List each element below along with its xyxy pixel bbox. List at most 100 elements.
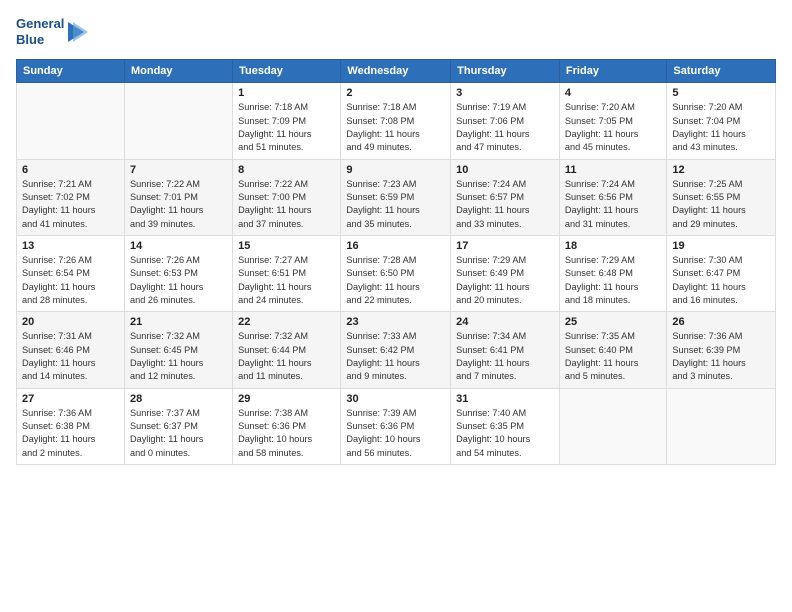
day-detail: Sunrise: 7:25 AMSunset: 6:55 PMDaylight:… bbox=[672, 178, 770, 231]
weekday-header-tuesday: Tuesday bbox=[233, 60, 341, 83]
day-detail: Sunrise: 7:29 AMSunset: 6:49 PMDaylight:… bbox=[456, 254, 554, 307]
day-number: 16 bbox=[346, 240, 445, 252]
calendar-cell: 4 Sunrise: 7:20 AMSunset: 7:05 PMDaylight… bbox=[559, 83, 666, 159]
calendar-cell bbox=[667, 388, 776, 464]
calendar-cell: 1 Sunrise: 7:18 AMSunset: 7:09 PMDaylight… bbox=[233, 83, 341, 159]
day-detail: Sunrise: 7:38 AMSunset: 6:36 PMDaylight:… bbox=[238, 407, 335, 460]
day-detail: Sunrise: 7:20 AMSunset: 7:04 PMDaylight:… bbox=[672, 101, 770, 154]
day-number: 6 bbox=[22, 164, 119, 176]
calendar-cell: 9 Sunrise: 7:23 AMSunset: 6:59 PMDaylight… bbox=[341, 159, 451, 235]
logo-chevron-icon bbox=[66, 18, 88, 46]
day-number: 23 bbox=[346, 316, 445, 328]
calendar-cell: 13Sunrise: 7:26 AMSunset: 6:54 PMDayligh… bbox=[17, 235, 125, 311]
day-number: 26 bbox=[672, 316, 770, 328]
day-number: 4 bbox=[565, 87, 661, 99]
day-detail: Sunrise: 7:28 AMSunset: 6:50 PMDaylight:… bbox=[346, 254, 445, 307]
day-detail: Sunrise: 7:24 AMSunset: 6:56 PMDaylight:… bbox=[565, 178, 661, 231]
weekday-header-row: SundayMondayTuesdayWednesdayThursdayFrid… bbox=[17, 60, 776, 83]
day-number: 20 bbox=[22, 316, 119, 328]
day-detail: Sunrise: 7:29 AMSunset: 6:48 PMDaylight:… bbox=[565, 254, 661, 307]
day-detail: Sunrise: 7:32 AMSunset: 6:44 PMDaylight:… bbox=[238, 330, 335, 383]
day-number: 3 bbox=[456, 87, 554, 99]
calendar-cell: 8 Sunrise: 7:22 AMSunset: 7:00 PMDaylight… bbox=[233, 159, 341, 235]
calendar-cell: 23 Sunrise: 7:33 AMSunset: 6:42 PMDayligh… bbox=[341, 312, 451, 388]
calendar-cell: 22 Sunrise: 7:32 AMSunset: 6:44 PMDayligh… bbox=[233, 312, 341, 388]
calendar-cell: 11 Sunrise: 7:24 AMSunset: 6:56 PMDayligh… bbox=[559, 159, 666, 235]
day-detail: Sunrise: 7:26 AMSunset: 6:54 PMDaylight:… bbox=[22, 254, 119, 307]
calendar-week-row: 6 Sunrise: 7:21 AMSunset: 7:02 PMDaylight… bbox=[17, 159, 776, 235]
calendar-week-row: 27 Sunrise: 7:36 AMSunset: 6:38 PMDayligh… bbox=[17, 388, 776, 464]
day-number: 9 bbox=[346, 164, 445, 176]
day-detail: Sunrise: 7:33 AMSunset: 6:42 PMDaylight:… bbox=[346, 330, 445, 383]
weekday-header-friday: Friday bbox=[559, 60, 666, 83]
day-number: 18 bbox=[565, 240, 661, 252]
day-number: 19 bbox=[672, 240, 770, 252]
calendar-cell: 3 Sunrise: 7:19 AMSunset: 7:06 PMDaylight… bbox=[451, 83, 560, 159]
weekday-header-sunday: Sunday bbox=[17, 60, 125, 83]
day-number: 29 bbox=[238, 393, 335, 405]
day-detail: Sunrise: 7:32 AMSunset: 6:45 PMDaylight:… bbox=[130, 330, 227, 383]
calendar-cell: 14Sunrise: 7:26 AMSunset: 6:53 PMDayligh… bbox=[124, 235, 232, 311]
day-detail: Sunrise: 7:23 AMSunset: 6:59 PMDaylight:… bbox=[346, 178, 445, 231]
calendar-cell: 26 Sunrise: 7:36 AMSunset: 6:39 PMDayligh… bbox=[667, 312, 776, 388]
day-number: 25 bbox=[565, 316, 661, 328]
day-detail: Sunrise: 7:22 AMSunset: 7:00 PMDaylight:… bbox=[238, 178, 335, 231]
day-number: 2 bbox=[346, 87, 445, 99]
calendar-cell: 29 Sunrise: 7:38 AMSunset: 6:36 PMDayligh… bbox=[233, 388, 341, 464]
calendar-cell bbox=[559, 388, 666, 464]
calendar-cell: 17 Sunrise: 7:29 AMSunset: 6:49 PMDayligh… bbox=[451, 235, 560, 311]
day-detail: Sunrise: 7:21 AMSunset: 7:02 PMDaylight:… bbox=[22, 178, 119, 231]
calendar-cell: 7 Sunrise: 7:22 AMSunset: 7:01 PMDaylight… bbox=[124, 159, 232, 235]
day-number: 11 bbox=[565, 164, 661, 176]
calendar-cell: 20 Sunrise: 7:31 AMSunset: 6:46 PMDayligh… bbox=[17, 312, 125, 388]
calendar-cell: 2Sunrise: 7:18 AMSunset: 7:08 PMDaylight… bbox=[341, 83, 451, 159]
calendar-cell: 16 Sunrise: 7:28 AMSunset: 6:50 PMDayligh… bbox=[341, 235, 451, 311]
logo-line2: Blue bbox=[16, 32, 64, 48]
calendar-cell: 27 Sunrise: 7:36 AMSunset: 6:38 PMDayligh… bbox=[17, 388, 125, 464]
calendar-cell: 18 Sunrise: 7:29 AMSunset: 6:48 PMDayligh… bbox=[559, 235, 666, 311]
calendar-week-row: 13Sunrise: 7:26 AMSunset: 6:54 PMDayligh… bbox=[17, 235, 776, 311]
day-detail: Sunrise: 7:19 AMSunset: 7:06 PMDaylight:… bbox=[456, 101, 554, 154]
calendar-cell: 15 Sunrise: 7:27 AMSunset: 6:51 PMDayligh… bbox=[233, 235, 341, 311]
calendar-cell: 12 Sunrise: 7:25 AMSunset: 6:55 PMDayligh… bbox=[667, 159, 776, 235]
weekday-header-saturday: Saturday bbox=[667, 60, 776, 83]
calendar-week-row: 1 Sunrise: 7:18 AMSunset: 7:09 PMDaylight… bbox=[17, 83, 776, 159]
day-number: 21 bbox=[130, 316, 227, 328]
day-detail: Sunrise: 7:36 AMSunset: 6:38 PMDaylight:… bbox=[22, 407, 119, 460]
day-number: 30 bbox=[346, 393, 445, 405]
day-detail: Sunrise: 7:20 AMSunset: 7:05 PMDaylight:… bbox=[565, 101, 661, 154]
day-number: 22 bbox=[238, 316, 335, 328]
calendar-cell: 31Sunrise: 7:40 AMSunset: 6:35 PMDayligh… bbox=[451, 388, 560, 464]
day-detail: Sunrise: 7:22 AMSunset: 7:01 PMDaylight:… bbox=[130, 178, 227, 231]
day-detail: Sunrise: 7:31 AMSunset: 6:46 PMDaylight:… bbox=[22, 330, 119, 383]
day-detail: Sunrise: 7:36 AMSunset: 6:39 PMDaylight:… bbox=[672, 330, 770, 383]
day-number: 28 bbox=[130, 393, 227, 405]
logo-line1: General bbox=[16, 16, 64, 32]
day-detail: Sunrise: 7:39 AMSunset: 6:36 PMDaylight:… bbox=[346, 407, 445, 460]
day-number: 1 bbox=[238, 87, 335, 99]
calendar-cell: 21 Sunrise: 7:32 AMSunset: 6:45 PMDayligh… bbox=[124, 312, 232, 388]
day-number: 27 bbox=[22, 393, 119, 405]
weekday-header-thursday: Thursday bbox=[451, 60, 560, 83]
calendar-cell: 24Sunrise: 7:34 AMSunset: 6:41 PMDayligh… bbox=[451, 312, 560, 388]
weekday-header-wednesday: Wednesday bbox=[341, 60, 451, 83]
calendar-cell: 28 Sunrise: 7:37 AMSunset: 6:37 PMDayligh… bbox=[124, 388, 232, 464]
calendar-table: SundayMondayTuesdayWednesdayThursdayFrid… bbox=[16, 59, 776, 465]
calendar-cell bbox=[124, 83, 232, 159]
day-detail: Sunrise: 7:27 AMSunset: 6:51 PMDaylight:… bbox=[238, 254, 335, 307]
day-number: 17 bbox=[456, 240, 554, 252]
calendar-cell: 5Sunrise: 7:20 AMSunset: 7:04 PMDaylight… bbox=[667, 83, 776, 159]
day-detail: Sunrise: 7:40 AMSunset: 6:35 PMDaylight:… bbox=[456, 407, 554, 460]
day-number: 7 bbox=[130, 164, 227, 176]
header: General Blue bbox=[16, 16, 776, 47]
logo: General Blue bbox=[16, 16, 88, 47]
day-number: 10 bbox=[456, 164, 554, 176]
day-detail: Sunrise: 7:37 AMSunset: 6:37 PMDaylight:… bbox=[130, 407, 227, 460]
weekday-header-monday: Monday bbox=[124, 60, 232, 83]
day-detail: Sunrise: 7:18 AMSunset: 7:09 PMDaylight:… bbox=[238, 101, 335, 154]
day-number: 8 bbox=[238, 164, 335, 176]
day-number: 15 bbox=[238, 240, 335, 252]
calendar-week-row: 20 Sunrise: 7:31 AMSunset: 6:46 PMDayligh… bbox=[17, 312, 776, 388]
calendar-cell: 25Sunrise: 7:35 AMSunset: 6:40 PMDayligh… bbox=[559, 312, 666, 388]
day-number: 12 bbox=[672, 164, 770, 176]
